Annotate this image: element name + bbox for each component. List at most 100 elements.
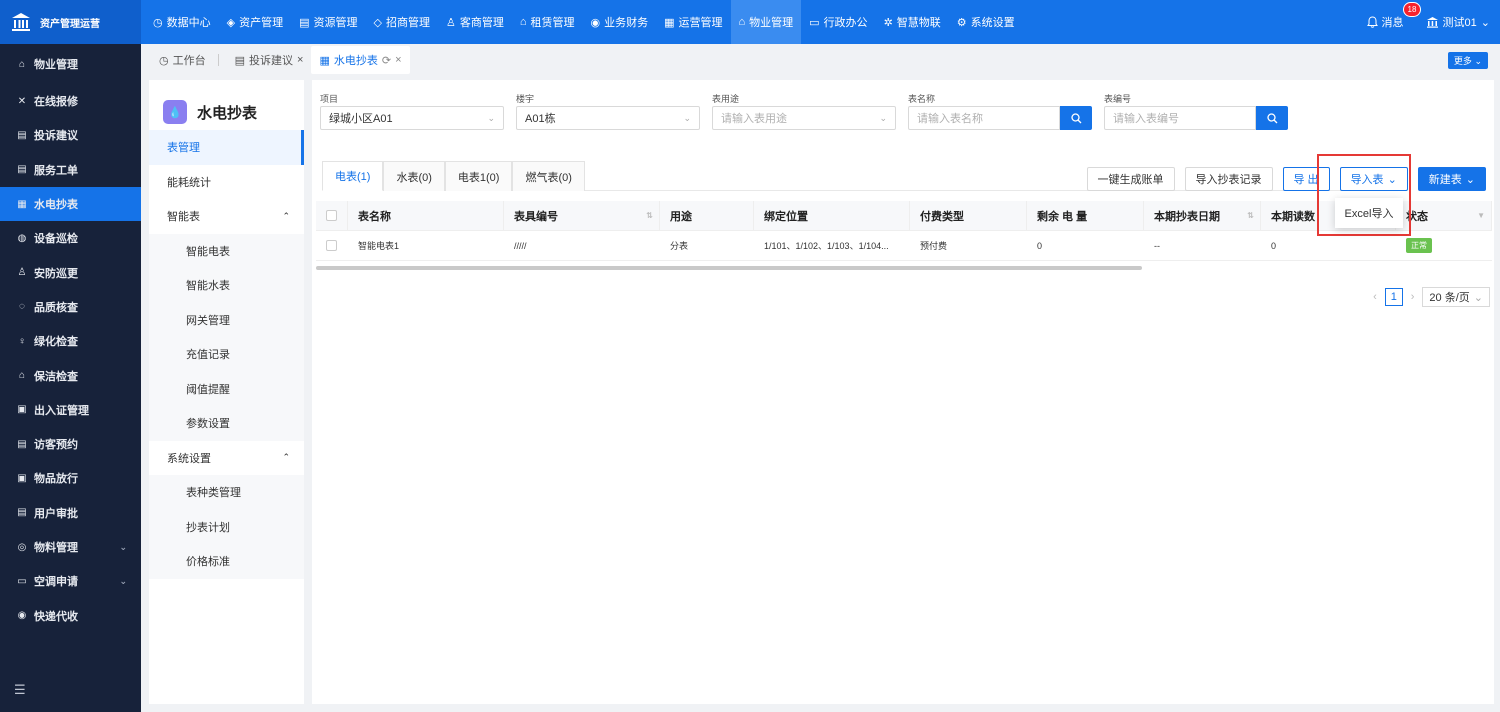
page-number[interactable]: 1 xyxy=(1384,288,1403,306)
column-header[interactable]: 绑定位置 xyxy=(754,201,910,230)
topnav-finance[interactable]: ◉ 业务财务 xyxy=(582,0,656,44)
topnav-lease[interactable]: ⌂ 租赁管理 xyxy=(512,0,583,44)
submenu-gateway[interactable]: 网关管理 xyxy=(149,302,304,337)
pagination: ‹ 1 › 20 条/页 ⌄ xyxy=(1373,287,1490,307)
topnav-investment[interactable]: ◇ 招商管理 xyxy=(365,0,437,44)
submenu-system-settings-group[interactable]: 系统设置 ⌃ xyxy=(149,441,304,476)
topnav-admin[interactable]: ▭ 行政办公 xyxy=(801,0,875,44)
tab-water-meter[interactable]: 水表(0) xyxy=(383,161,445,191)
submenu-meter-types[interactable]: 表种类管理 xyxy=(149,475,304,510)
submenu-reading-plan[interactable]: 抄表计划 xyxy=(149,509,304,544)
submenu-energy-stats[interactable]: 能耗统计 xyxy=(149,165,304,200)
filter-icon[interactable]: ▼ xyxy=(1477,211,1485,220)
sidebar-item-aircon[interactable]: ▭ 空调申请 ⌄ xyxy=(0,564,141,598)
generate-bill-button[interactable]: 一键生成账单 xyxy=(1086,167,1175,191)
horizontal-scrollbar[interactable] xyxy=(316,266,1142,270)
group-label: 系统设置 xyxy=(167,452,211,465)
messages-button[interactable]: 消息 18 xyxy=(1366,2,1422,30)
submenu-params[interactable]: 参数设置 xyxy=(149,406,304,441)
column-header-sortable[interactable]: 表具编号 ⇅ xyxy=(504,201,660,230)
close-icon[interactable]: × xyxy=(297,54,303,66)
meter-no-search-button[interactable] xyxy=(1256,106,1288,130)
sidebar-item-express[interactable]: ◉ 快递代收 xyxy=(0,598,141,632)
building-select[interactable]: A01栋 ⌄ xyxy=(516,106,700,130)
user-menu[interactable]: 测试01 ⌄ xyxy=(1426,14,1490,30)
topnav-data-center[interactable]: ◷ 数据中心 xyxy=(145,0,219,44)
tab-gas-meter[interactable]: 燃气表(0) xyxy=(512,161,585,191)
grid-icon: ▦ xyxy=(664,16,675,29)
select-all-checkbox[interactable] xyxy=(326,210,337,221)
clock-icon: ◷ xyxy=(153,16,163,29)
sub-menu: 💧 水电抄表 表管理 能耗统计 智能表 ⌃ 智能电表 智能水表 网关管理 充值记录… xyxy=(149,80,304,704)
tab-meter-reading[interactable]: ▦ 水电抄表 ⟳ × xyxy=(311,46,410,74)
tab-electric-meter-1[interactable]: 电表1(0) xyxy=(444,161,513,191)
submenu-meter-management[interactable]: 表管理 xyxy=(149,130,304,165)
submenu-threshold-alert[interactable]: 阈值提醒 xyxy=(149,371,304,406)
sidebar-item-label: 在线报修 xyxy=(34,96,78,109)
sidebar-item-property[interactable]: ⌂ 物业管理 xyxy=(0,44,141,84)
column-header[interactable]: 用途 xyxy=(660,201,754,230)
close-icon[interactable]: × xyxy=(395,54,401,66)
tab-complaint[interactable]: ▤ 投诉建议 × xyxy=(227,46,312,74)
sidebar-item-security-patrol[interactable]: ♙ 安防巡更 xyxy=(0,255,141,289)
prev-page-icon[interactable]: ‹ xyxy=(1373,291,1377,303)
sidebar-item-access-pass[interactable]: ▣ 出入证管理 xyxy=(0,393,141,427)
more-tabs-button[interactable]: 更多 ⌄ xyxy=(1447,52,1488,69)
sidebar-item-user-approval[interactable]: ▤ 用户审批 xyxy=(0,496,141,530)
sidebar-item-workorder[interactable]: ▤ 服务工单 xyxy=(0,153,141,187)
submenu-smart-electric-meter[interactable]: 智能电表 xyxy=(149,233,304,268)
topnav-label: 租赁管理 xyxy=(530,17,575,29)
submenu-recharge[interactable]: 充值记录 xyxy=(149,337,304,372)
meter-name-input[interactable]: 请输入表名称 xyxy=(908,106,1060,130)
topnav-asset[interactable]: ◈ 资产管理 xyxy=(219,0,291,44)
select-value: A01栋 xyxy=(525,113,556,125)
tab-electric-meter[interactable]: 电表(1) xyxy=(322,161,384,191)
sidebar-item-label: 水电抄表 xyxy=(34,199,78,212)
table-row[interactable]: 智能电表1 ///// 分表 1/101、1/102、1/103、1/104..… xyxy=(316,231,1492,261)
project-select[interactable]: 绿城小区A01 ⌄ xyxy=(320,106,504,130)
filter-label: 楼宇 xyxy=(516,94,535,104)
document-icon: ▤ xyxy=(17,129,27,141)
meter-name-search-button[interactable] xyxy=(1060,106,1092,130)
new-meter-button[interactable]: 新建表 ⌄ xyxy=(1417,167,1486,191)
topnav-resource[interactable]: ▤ 资源管理 xyxy=(291,0,365,44)
submenu-smart-water-meter[interactable]: 智能水表 xyxy=(149,268,304,303)
sidebar-item-repair[interactable]: ✕ 在线报修 xyxy=(0,84,141,118)
refresh-icon[interactable]: ⟳ xyxy=(382,54,391,67)
topnav-operation[interactable]: ▦ 运营管理 xyxy=(656,0,730,44)
topnav-property[interactable]: ⌂ 物业管理 xyxy=(730,0,802,44)
brand[interactable]: 资产管理运营 xyxy=(0,0,141,44)
import-records-button[interactable]: 导入抄表记录 xyxy=(1184,167,1273,191)
sidebar-item-quality-check[interactable]: ◌ 品质核查 xyxy=(0,290,141,324)
chevron-down-icon: ⌄ xyxy=(119,575,127,586)
page-size-select[interactable]: 20 条/页 ⌄ xyxy=(1422,287,1490,307)
row-checkbox[interactable] xyxy=(326,240,337,251)
usage-select[interactable]: 请输入表用途 ⌄ xyxy=(712,106,896,130)
sidebar-item-materials[interactable]: ◎ 物料管理 ⌄ xyxy=(0,530,141,564)
sidebar-item-complaint[interactable]: ▤ 投诉建议 xyxy=(0,118,141,152)
input-placeholder: 请输入表编号 xyxy=(1113,113,1179,125)
column-header[interactable]: 剩余 电 量 xyxy=(1027,201,1144,230)
sidebar-item-item-release[interactable]: ▣ 物品放行 xyxy=(0,461,141,495)
submenu-smart-meter-group[interactable]: 智能表 ⌃ xyxy=(149,199,304,234)
column-header-sortable[interactable]: 本期抄表日期 ⇅ xyxy=(1144,201,1261,230)
topnav-merchant[interactable]: ♙ 客商管理 xyxy=(438,0,512,44)
menu-collapse-icon[interactable]: ☰ xyxy=(14,682,26,698)
excel-import-option[interactable]: Excel导入 xyxy=(1345,205,1394,221)
column-header[interactable]: 表名称 xyxy=(348,201,504,230)
sidebar-item-cleaning-check[interactable]: ⌂ 保洁检查 xyxy=(0,358,141,392)
top-nav: ◷ 数据中心 ◈ 资产管理 ▤ 资源管理 ◇ 招商管理 ♙ 客商管理 ⌂ 租赁管理 ◉ 业务财… xyxy=(141,0,1023,44)
sidebar-item-meter-reading[interactable]: ▦ 水电抄表 xyxy=(0,186,141,222)
topnav-settings[interactable]: ⚙ 系统设置 xyxy=(949,0,1023,44)
sidebar-item-device-inspection[interactable]: ◍ 设备巡检 xyxy=(0,221,141,255)
house-icon: ⌂ xyxy=(18,370,26,382)
tab-workbench[interactable]: ◷ 工作台 xyxy=(151,46,227,74)
next-page-icon[interactable]: › xyxy=(1411,291,1415,303)
column-header[interactable]: 付费类型 xyxy=(910,201,1027,230)
submenu-price-standard[interactable]: 价格标准 xyxy=(149,544,304,579)
topnav-iot[interactable]: ✲ 智慧物联 xyxy=(876,0,949,44)
sort-icon: ⇅ xyxy=(646,211,653,220)
sidebar-item-visitor[interactable]: ▤ 访客预约 xyxy=(0,427,141,461)
sidebar-item-greening-check[interactable]: ♀ 绿化检查 xyxy=(0,324,141,358)
meter-no-input[interactable]: 请输入表编号 xyxy=(1104,106,1256,130)
